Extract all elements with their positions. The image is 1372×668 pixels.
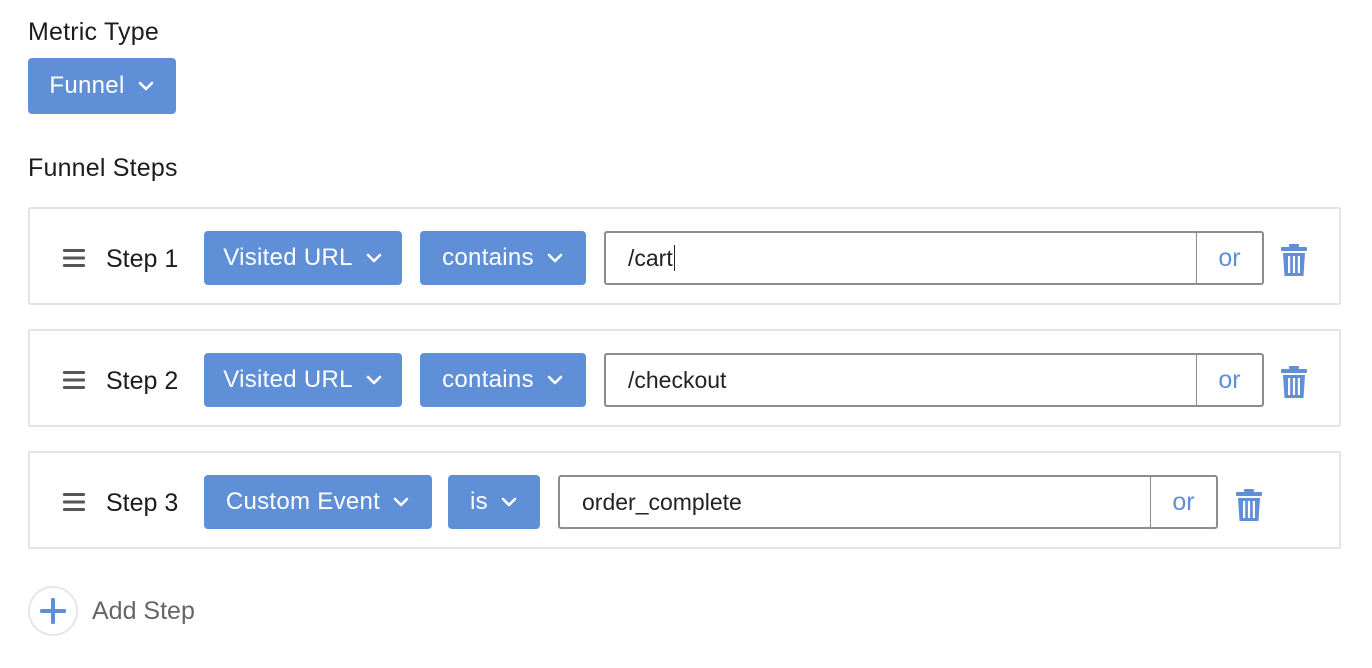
chevron-down-icon <box>547 375 563 385</box>
drag-handle-icon[interactable] <box>63 493 85 511</box>
step-1-operator-dropdown[interactable]: contains <box>420 231 586 285</box>
chevron-down-icon <box>547 253 563 263</box>
metric-type-label: Metric Type <box>28 18 159 46</box>
chevron-down-icon <box>393 497 409 507</box>
funnel-step-1: Step 1 Visited URL contains /cart or <box>28 207 1341 305</box>
source-value: Visited URL <box>223 244 353 271</box>
step-2-operator-dropdown[interactable]: contains <box>420 353 586 407</box>
metric-type-value: Funnel <box>49 72 125 99</box>
funnel-steps-label: Funnel Steps <box>28 154 178 182</box>
step-2-value-input[interactable]: /checkout <box>604 353 1198 407</box>
step-3-operator-dropdown[interactable]: is <box>448 475 540 529</box>
source-value: Visited URL <box>223 366 353 393</box>
step-1-source-dropdown[interactable]: Visited URL <box>204 231 402 285</box>
step-3-or-button[interactable]: or <box>1150 475 1218 529</box>
step-3-source-dropdown[interactable]: Custom Event <box>204 475 432 529</box>
trash-icon[interactable] <box>1236 489 1262 521</box>
chevron-down-icon <box>366 253 382 263</box>
step-2-source-dropdown[interactable]: Visited URL <box>204 353 402 407</box>
step-1-or-button[interactable]: or <box>1196 231 1264 285</box>
step-label: Step 3 <box>106 489 179 517</box>
input-value: /cart <box>628 245 673 271</box>
funnel-step-2: Step 2 Visited URL contains /checkout or <box>28 329 1341 427</box>
chevron-down-icon <box>366 375 382 385</box>
add-step-label: Add Step <box>92 596 195 625</box>
funnel-step-3: Step 3 Custom Event is order_complete or <box>28 451 1341 549</box>
step-label: Step 2 <box>106 367 179 395</box>
input-value: order_complete <box>582 489 742 515</box>
step-2-or-button[interactable]: or <box>1196 353 1264 407</box>
chevron-down-icon <box>501 497 517 507</box>
step-3-value-input[interactable]: order_complete <box>558 475 1152 529</box>
drag-handle-icon[interactable] <box>63 371 85 389</box>
add-step-circle[interactable] <box>28 586 78 636</box>
plus-icon <box>40 598 66 624</box>
input-value: /checkout <box>628 367 727 393</box>
trash-icon[interactable] <box>1281 366 1307 398</box>
chevron-down-icon <box>138 81 153 91</box>
metric-type-dropdown[interactable]: Funnel <box>28 58 176 114</box>
drag-handle-icon[interactable] <box>63 249 85 267</box>
operator-value: is <box>470 488 488 515</box>
trash-icon[interactable] <box>1281 244 1307 276</box>
source-value: Custom Event <box>225 488 381 515</box>
step-1-value-input[interactable]: /cart <box>604 231 1198 285</box>
step-label: Step 1 <box>106 245 179 273</box>
text-caret <box>673 244 675 271</box>
operator-value: contains <box>442 244 534 271</box>
operator-value: contains <box>442 366 534 393</box>
add-step-button[interactable]: Add Step <box>28 584 195 638</box>
